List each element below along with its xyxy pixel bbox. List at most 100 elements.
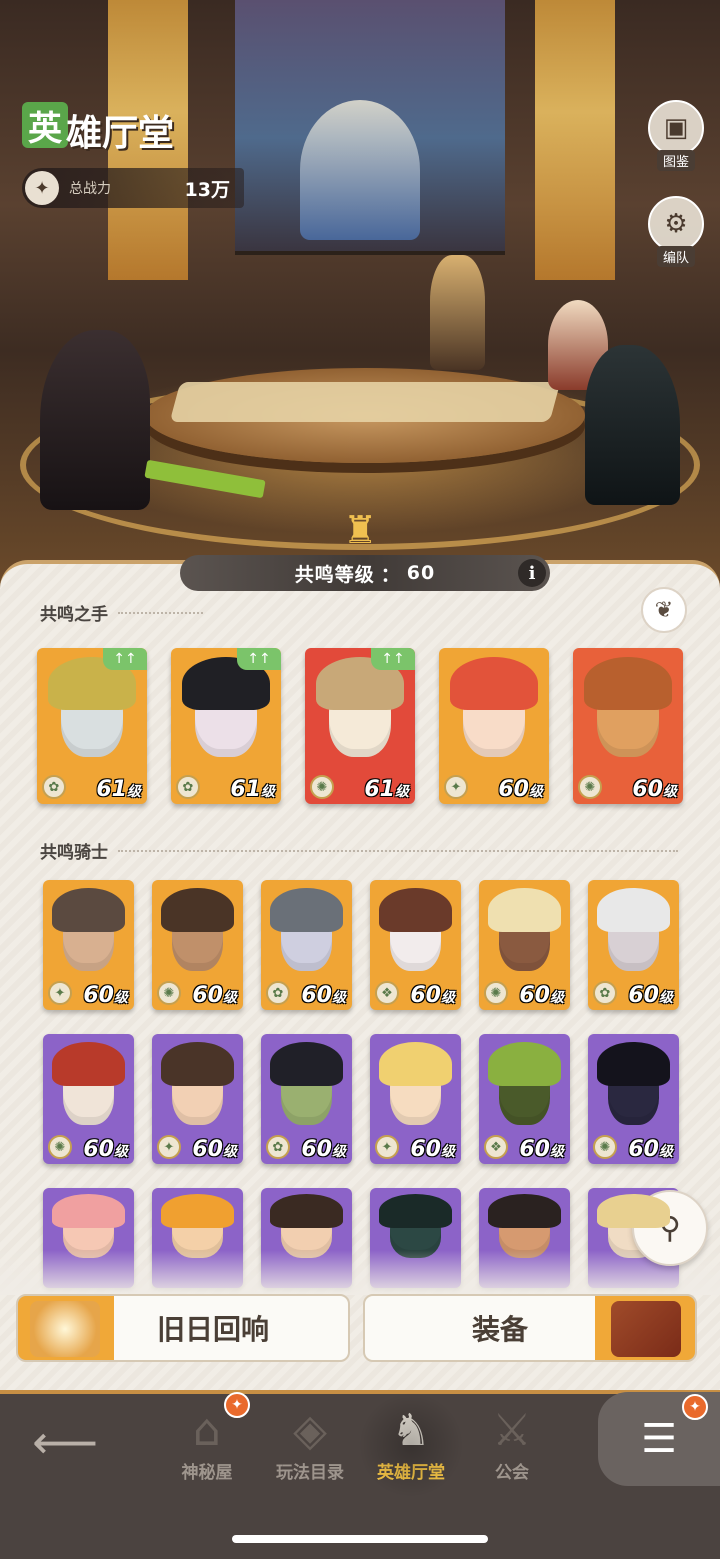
info-icon[interactable]: i xyxy=(518,559,546,587)
hero-level: 61级 xyxy=(364,777,409,802)
hero-card[interactable]: ✿ 61级 ↑↑ xyxy=(37,648,147,804)
faction-icon: ✺ xyxy=(48,1135,72,1159)
echoes-label: 旧日回响 xyxy=(156,1313,269,1346)
hero-level-number: 61 xyxy=(364,777,395,802)
hero-card[interactable]: ✦ 60级 xyxy=(43,880,134,1010)
hero-level: 60级 xyxy=(628,983,673,1008)
faction-icon: ✦ xyxy=(48,981,72,1005)
list-fade xyxy=(0,1250,720,1295)
hero-level-number: 60 xyxy=(192,983,223,1008)
hero-level-unit: 级 xyxy=(659,1144,673,1160)
hero-card[interactable]: ✦ 60级 xyxy=(152,1034,243,1164)
hero-level: 60级 xyxy=(83,983,128,1008)
nav-item-catalog[interactable]: ◈ 玩法目录 xyxy=(265,1400,355,1490)
hero-card[interactable]: ✦ 60级 xyxy=(370,1034,461,1164)
faction-icon: ✦ xyxy=(444,775,468,799)
resonance-hands-header: 共鸣之手 xyxy=(40,600,203,625)
hero-level-unit: 级 xyxy=(261,784,275,800)
hero-card[interactable]: ✿ 61级 ↑↑ xyxy=(171,648,281,804)
leaf-icon[interactable]: ❦ xyxy=(641,587,687,633)
nav-item-guild[interactable]: ⚔ 公会 xyxy=(467,1400,557,1490)
codex-label: 图鉴 xyxy=(656,150,695,171)
hero-level: 60级 xyxy=(192,1137,237,1162)
hero-level-number: 60 xyxy=(498,777,529,802)
hero-level-number: 60 xyxy=(83,983,114,1008)
resonance-hands-title: 共鸣之手 xyxy=(40,605,108,625)
hero-card[interactable]: ❖ 60级 xyxy=(370,880,461,1010)
hero-level: 60级 xyxy=(498,777,543,802)
page-title-badge: 英 xyxy=(22,102,68,149)
hero-card[interactable]: ❖ 60级 xyxy=(479,1034,570,1164)
nav-item-label: 英雄厅堂 xyxy=(377,1463,445,1483)
upgrade-arrows-icon: ↑↑ xyxy=(103,648,147,670)
hero-card[interactable]: ✿ 60级 xyxy=(261,880,352,1010)
hero-level-unit: 级 xyxy=(223,1144,237,1160)
hero-card[interactable]: ✿ 60级 xyxy=(261,1034,352,1164)
faction-icon: ✦ xyxy=(157,1135,181,1159)
hero-level-unit: 级 xyxy=(529,784,543,800)
hero-hall-scene xyxy=(0,0,720,585)
map-scroll xyxy=(169,382,561,422)
hero-level-number: 60 xyxy=(83,1137,114,1162)
hero-level: 60级 xyxy=(83,1137,128,1162)
scene-hero-center[interactable] xyxy=(430,255,485,370)
hero-level: 60级 xyxy=(410,983,455,1008)
hero-level-unit: 级 xyxy=(395,784,409,800)
faction-icon: ❖ xyxy=(484,1135,508,1159)
hero-card[interactable]: ✺ 60级 xyxy=(152,880,243,1010)
hero-level: 61级 xyxy=(230,777,275,802)
hero-level-number: 60 xyxy=(519,983,550,1008)
hero-card[interactable]: ✺ 60级 xyxy=(479,880,570,1010)
hero-level: 60级 xyxy=(192,983,237,1008)
resonance-level-label: 共鸣等级 xyxy=(294,563,375,586)
hero-card[interactable]: ✺ 60级 xyxy=(43,1034,134,1164)
stained-glass-right xyxy=(535,0,615,280)
nav-item-helmet[interactable]: ♞ 英雄厅堂 xyxy=(358,1392,464,1498)
hero-level-number: 60 xyxy=(301,1137,332,1162)
hero-level: 60级 xyxy=(410,1137,455,1162)
resonance-level-value: 60 xyxy=(406,562,436,584)
hero-card[interactable]: ✺ 61级 ↑↑ xyxy=(305,648,415,804)
upgrade-arrows-icon: ↑↑ xyxy=(371,648,415,670)
hero-card[interactable]: ✺ 60级 xyxy=(573,648,683,804)
hero-level-number: 60 xyxy=(192,1137,223,1162)
hero-level-unit: 级 xyxy=(659,990,673,1006)
section-divider xyxy=(118,611,203,614)
hero-level: 60级 xyxy=(519,983,564,1008)
faction-icon: ❖ xyxy=(375,981,399,1005)
book-icon: ▣ xyxy=(648,100,704,156)
hero-level-number: 60 xyxy=(410,1137,441,1162)
codex-button[interactable]: ▣ 图鉴 xyxy=(646,100,706,171)
faction-icon: ✺ xyxy=(484,981,508,1005)
echoes-button[interactable]: 旧日回响 xyxy=(16,1294,350,1362)
gift-badge-icon: ✦ xyxy=(224,1392,250,1418)
hero-level-number: 60 xyxy=(632,777,663,802)
hero-level-number: 61 xyxy=(230,777,261,802)
hero-level-unit: 级 xyxy=(114,1144,128,1160)
hero-card[interactable]: ✦ 60级 xyxy=(439,648,549,804)
hero-level-unit: 级 xyxy=(441,990,455,1006)
hero-level: 60级 xyxy=(632,777,677,802)
team-icon: ⚙ xyxy=(648,196,704,252)
tapestry-figure xyxy=(300,100,420,240)
scene-hero-right[interactable] xyxy=(585,345,680,505)
formation-button[interactable]: ⚙ 编队 xyxy=(646,196,706,267)
menu-gift-badge-icon: ✦ xyxy=(682,1394,708,1420)
catalog-icon: ◈ xyxy=(293,1404,327,1456)
scene-hero-dark-knight[interactable] xyxy=(40,330,150,510)
equipment-button[interactable]: 装备 xyxy=(363,1294,697,1362)
back-arrow-icon[interactable]: ⟵ xyxy=(32,1415,98,1469)
nav-item-label: 公会 xyxy=(495,1463,529,1483)
faction-icon: ✿ xyxy=(266,1135,290,1159)
hero-level-unit: 级 xyxy=(127,784,141,800)
hero-level-unit: 级 xyxy=(223,990,237,1006)
hero-card[interactable]: ✺ 60级 xyxy=(588,1034,679,1164)
helmet-icon: ♞ xyxy=(391,1404,431,1456)
total-power-value: 13万 xyxy=(184,178,230,201)
faction-icon: ✺ xyxy=(593,1135,617,1159)
hero-level: 60级 xyxy=(628,1137,673,1162)
faction-icon: ✿ xyxy=(266,981,290,1005)
hero-level: 60级 xyxy=(519,1137,564,1162)
hero-card[interactable]: ✿ 60级 xyxy=(588,880,679,1010)
home-indicator[interactable] xyxy=(232,1535,488,1543)
